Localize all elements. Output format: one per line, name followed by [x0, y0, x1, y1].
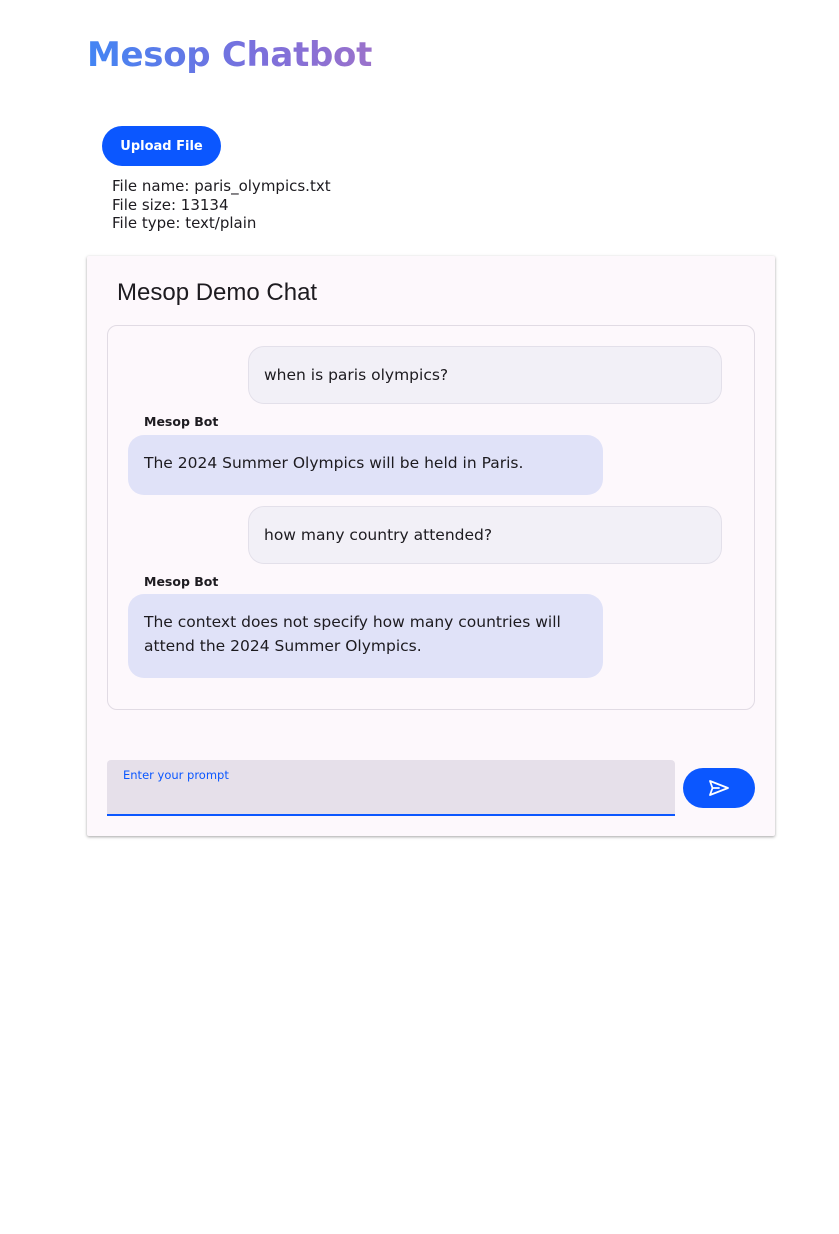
file-info: File name: paris_olympics.txt File size:…	[112, 177, 331, 233]
prompt-input[interactable]	[123, 786, 659, 808]
chat-card: Mesop Demo Chat when is paris olympics? …	[87, 256, 775, 836]
file-name-text: File name: paris_olympics.txt	[112, 177, 331, 195]
file-size-text: File size: 13134	[112, 195, 229, 214]
bot-name-label: Mesop Bot	[144, 414, 219, 429]
user-message: when is paris olympics?	[248, 346, 722, 404]
user-message: how many country attended?	[248, 506, 722, 564]
chat-history[interactable]: when is paris olympics? Mesop Bot The 20…	[107, 325, 755, 710]
app-title: Mesop Chatbot	[87, 35, 373, 75]
bot-message: The context does not specify how many co…	[128, 594, 603, 678]
bot-name-label: Mesop Bot	[144, 574, 219, 589]
prompt-field[interactable]: Enter your prompt	[107, 760, 675, 816]
bot-message: The 2024 Summer Olympics will be held in…	[128, 435, 603, 495]
prompt-field-label: Enter your prompt	[123, 768, 229, 782]
send-button[interactable]	[683, 768, 755, 808]
chat-title: Mesop Demo Chat	[117, 279, 318, 306]
send-icon	[708, 779, 730, 797]
upload-file-button[interactable]: Upload File	[102, 126, 221, 166]
file-type-text: File type: text/plain	[112, 214, 257, 232]
